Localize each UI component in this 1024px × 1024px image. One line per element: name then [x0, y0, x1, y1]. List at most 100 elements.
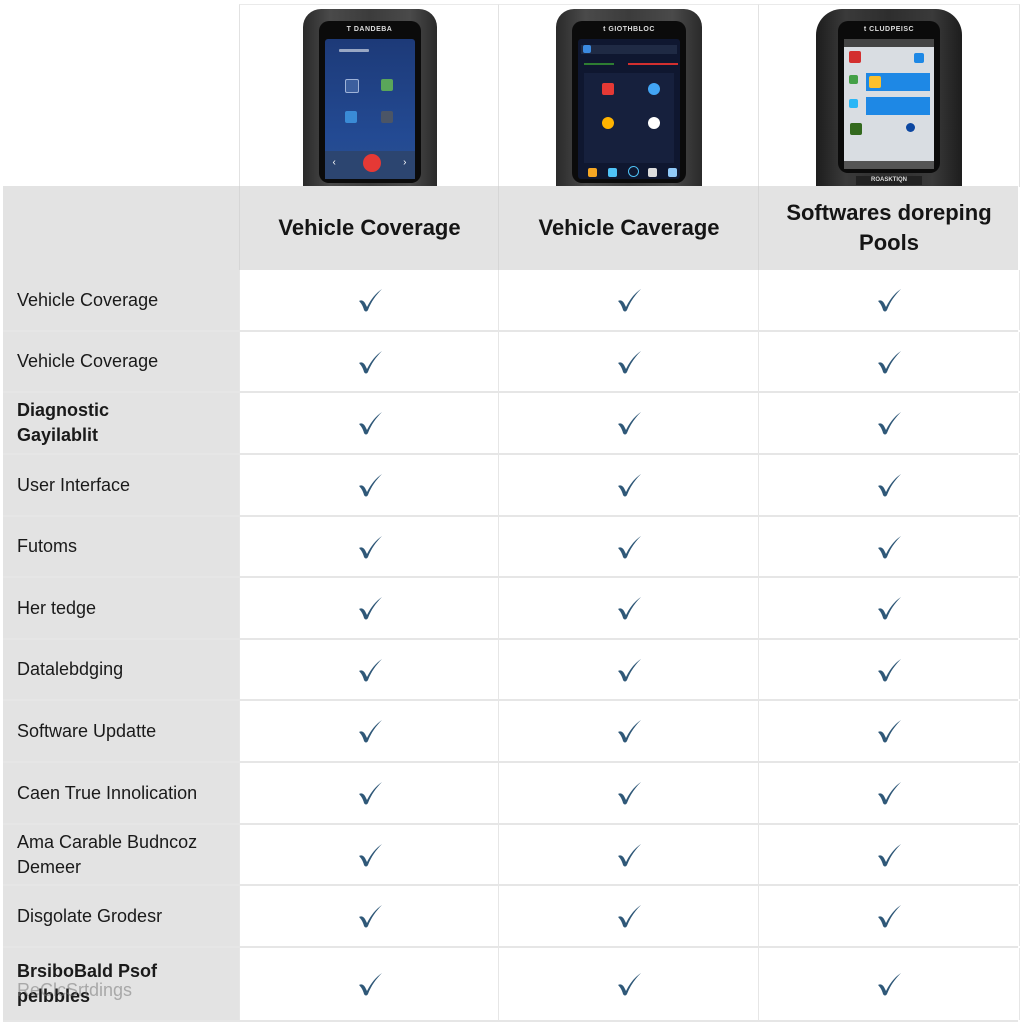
check-mark-icon	[358, 412, 382, 435]
product-2-cell	[498, 948, 759, 1020]
product-2-cell	[498, 517, 759, 576]
product-3-cell	[758, 701, 1020, 761]
feature-label-text: User Interface	[17, 474, 131, 495]
check-mark-icon	[618, 289, 641, 312]
device-brand-3: t CLUDPEISC	[863, 26, 915, 33]
table-row: Datalebdging	[3, 640, 1020, 701]
home-button-icon	[362, 154, 381, 172]
product-2-cell	[498, 393, 759, 453]
feature-label-text: Caen True Innolication	[17, 782, 198, 803]
app-icon	[583, 45, 591, 53]
product-1-cell	[239, 578, 499, 638]
check-mark-icon	[358, 474, 382, 497]
overlapping-ghost-text: ReClcSrtdings	[17, 980, 133, 1000]
device-brand-2: t GIOTHBLOC	[603, 26, 655, 33]
check-mark-icon	[878, 474, 901, 497]
table-row: Her tedge	[3, 578, 1020, 640]
product-3-cell	[758, 825, 1020, 884]
feature-label-text: Vehicle Coverage	[17, 289, 159, 310]
product-3-cell	[758, 517, 1020, 576]
check-mark-icon	[358, 289, 382, 312]
check-mark-icon	[878, 597, 901, 620]
product-1-cell	[239, 825, 499, 884]
product-3-cell	[758, 578, 1020, 638]
product-2-cell	[498, 578, 759, 638]
device-base-label: ROASKTIQN	[856, 176, 922, 185]
product-2-cell	[498, 270, 759, 330]
product-2-cell	[498, 455, 759, 515]
lock-icon	[849, 75, 858, 84]
product-3-cell	[758, 393, 1020, 453]
feature-label-text: Diagnostic Gayilablit	[17, 400, 110, 445]
feature-label: Software Updatte	[3, 701, 239, 761]
gear-icon	[602, 117, 614, 129]
device-screen-3	[844, 39, 934, 169]
product-1-cell	[239, 517, 499, 576]
product-3-cell	[758, 270, 1020, 330]
check-mark-icon	[618, 597, 641, 620]
check-mark-icon	[878, 289, 901, 312]
product-3-cell	[758, 948, 1020, 1020]
dock-icon	[668, 168, 677, 177]
table-row: Vehicle Coverage	[3, 270, 1020, 332]
check-mark-icon	[358, 535, 382, 558]
feature-label-text: Futoms	[17, 536, 78, 556]
chip-icon	[850, 123, 862, 135]
product-1-cell	[239, 886, 499, 946]
check-mark-icon	[618, 474, 641, 497]
info-icon	[914, 53, 924, 63]
table-row: User Interface	[3, 455, 1020, 517]
document-icon	[380, 111, 393, 123]
product-2-cell	[498, 763, 759, 823]
check-mark-icon	[618, 782, 641, 805]
check-mark-icon	[358, 905, 382, 928]
check-mark-icon	[358, 843, 382, 866]
table-row: Software Updatte	[3, 701, 1020, 763]
table-row: Ama Carable Budncoz Demeer	[3, 825, 1020, 886]
product-2-cell	[498, 332, 759, 391]
product-3-cell	[758, 763, 1020, 823]
check-mark-icon	[358, 720, 382, 743]
product-image-1: T DANDEBA ‹ ›	[239, 4, 499, 187]
check-mark-icon	[878, 535, 901, 558]
check-mark-icon	[618, 720, 641, 743]
feature-label: Diagnostic Gayilablit	[3, 393, 239, 453]
product-1-cell	[239, 948, 499, 1020]
check-mark-icon	[878, 843, 901, 866]
feature-label: BrsiboBald Psof pelbbles ReClcSrtdings	[3, 948, 239, 1020]
check-mark-icon	[358, 973, 382, 996]
check-mark-icon	[618, 350, 641, 373]
feature-label-text: Her tedge	[17, 597, 97, 618]
product-1-cell	[239, 640, 499, 699]
feature-label-text: Disgolate Grodesr	[17, 905, 163, 926]
table-row: Vehicle Coverage	[3, 332, 1020, 393]
column-header-3: Softwares doreping Pools	[758, 186, 1019, 270]
column-header-1-label: Vehicle Coverage	[278, 215, 461, 240]
feature-label: Futoms	[3, 517, 239, 576]
wheel-icon	[648, 117, 660, 129]
table-row: Diagnostic Gayilablit	[3, 393, 1020, 455]
scanner-device-2: t GIOTHBLOC	[556, 9, 702, 187]
folder-icon	[869, 76, 881, 88]
column-header-2: Vehicle Caverage	[498, 186, 759, 270]
folder-icon	[380, 79, 393, 91]
alert-icon	[849, 51, 861, 63]
feature-label: Vehicle Coverage	[3, 270, 239, 330]
check-mark-icon	[618, 412, 641, 435]
check-mark-icon	[878, 973, 901, 996]
comparison-header-row: Vehicle Coverage Vehicle Caverage Softwa…	[3, 186, 1018, 270]
product-3-cell	[758, 455, 1020, 515]
check-mark-icon	[358, 782, 382, 805]
dock-icon	[648, 168, 657, 177]
user-icon	[906, 123, 915, 132]
device-brand-1: T DANDEBA	[346, 26, 393, 33]
shield-icon	[849, 99, 858, 108]
calendar-icon	[602, 83, 614, 95]
chevron-left-icon: ‹	[332, 157, 336, 168]
check-mark-icon	[618, 843, 641, 866]
product-1-cell	[239, 270, 499, 330]
product-3-cell	[758, 332, 1020, 391]
product-3-cell	[758, 886, 1020, 946]
feature-label: Caen True Innolication	[3, 763, 239, 823]
feature-label-text: Datalebdging	[17, 659, 124, 679]
